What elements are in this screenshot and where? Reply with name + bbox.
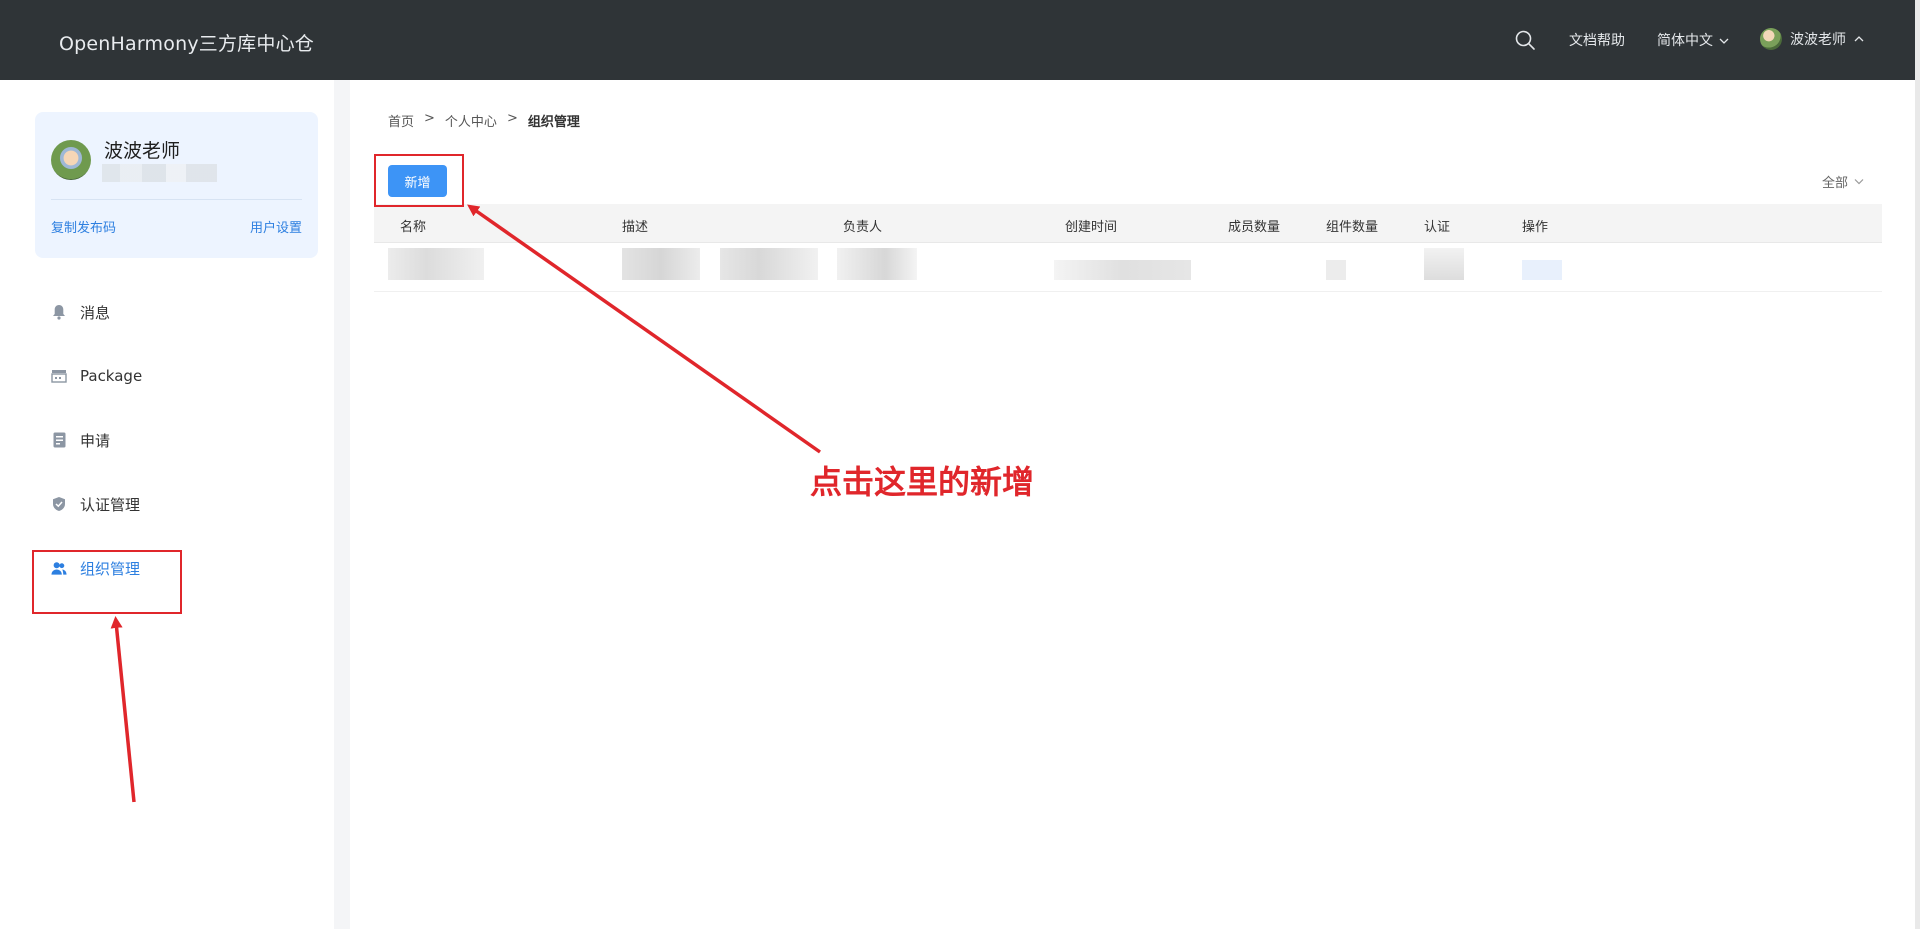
chevron-up-icon xyxy=(1854,36,1864,42)
divider xyxy=(51,199,302,200)
breadcrumb-separator: > xyxy=(506,111,518,126)
sidebar-item-label: 申请 xyxy=(80,431,111,450)
sidebar-item-label: 认证管理 xyxy=(80,495,141,514)
user-menu[interactable]: 波波老师 xyxy=(1760,28,1864,50)
breadcrumb: 首页 > 个人中心 > 组织管理 xyxy=(388,111,580,130)
shield-icon xyxy=(51,496,67,512)
breadcrumb-home[interactable]: 首页 xyxy=(388,111,414,130)
redacted-cell[interactable] xyxy=(1522,260,1562,280)
sidebar-item-label: Package xyxy=(80,367,143,385)
chevron-down-icon xyxy=(1854,179,1864,185)
avatar xyxy=(51,140,91,180)
copy-publish-code-link[interactable]: 复制发布码 xyxy=(51,217,116,236)
sidebar-item-package[interactable]: Package xyxy=(35,356,175,396)
sidebar-item-certification[interactable]: 认证管理 xyxy=(35,484,175,524)
column-header: 组件数量 xyxy=(1326,220,1379,235)
profile-name: 波波老师 xyxy=(104,140,181,162)
filter-label: 全部 xyxy=(1822,176,1849,191)
column-header: 描述 xyxy=(622,220,649,235)
brand-title[interactable]: OpenHarmony三方库中心仓 xyxy=(59,29,314,56)
package-icon xyxy=(51,368,67,384)
breadcrumb-current: 组织管理 xyxy=(527,115,580,130)
sidebar-item-messages[interactable]: 消息 xyxy=(35,292,175,332)
organization-table: 名称 描述 负责人 创建时间 成员数量 组件数量 认证 操作 xyxy=(374,204,1882,292)
chevron-down-icon xyxy=(1719,38,1729,44)
bell-icon xyxy=(51,304,67,320)
column-header: 名称 xyxy=(400,220,427,235)
column-header: 负责人 xyxy=(843,220,883,235)
redacted-cell xyxy=(622,248,700,280)
avatar xyxy=(1760,28,1782,50)
breadcrumb-separator: > xyxy=(424,111,435,126)
sidebar-item-applications[interactable]: 申请 xyxy=(35,420,175,460)
top-navigation-bar: OpenHarmony三方库中心仓 文档帮助 简体中文 波波老师 xyxy=(0,0,1915,80)
redacted-cell xyxy=(837,248,917,280)
annotation-text: 点击这里的新增 xyxy=(810,463,1035,501)
scrollbar[interactable] xyxy=(1915,0,1920,929)
main-content: 首页 > 个人中心 > 组织管理 新增 全部 名称 描述 负责人 创建时间 成员… xyxy=(350,80,1915,929)
column-header: 成员数量 xyxy=(1228,220,1281,235)
username-label: 波波老师 xyxy=(1790,32,1846,48)
filter-dropdown[interactable]: 全部 xyxy=(1822,172,1864,191)
document-icon xyxy=(51,432,67,448)
column-header: 操作 xyxy=(1522,220,1549,235)
user-settings-link[interactable]: 用户设置 xyxy=(250,217,302,236)
annotation-highlight-box xyxy=(32,550,182,614)
language-label: 简体中文 xyxy=(1657,33,1713,49)
column-header: 创建时间 xyxy=(1065,220,1118,235)
table-row[interactable] xyxy=(374,244,1882,292)
redacted-cell xyxy=(720,248,818,280)
redacted-cell xyxy=(1424,248,1464,280)
redacted-cell xyxy=(1326,260,1346,280)
redacted-cell xyxy=(388,248,484,280)
profile-card: 波波老师 复制发布码 用户设置 xyxy=(35,112,318,258)
search-icon[interactable] xyxy=(1514,29,1536,51)
column-header: 认证 xyxy=(1424,220,1451,235)
redacted-cell xyxy=(1054,260,1191,280)
annotation-highlight-box xyxy=(374,154,464,207)
language-select[interactable]: 简体中文 xyxy=(1657,30,1729,50)
table-header: 名称 描述 负责人 创建时间 成员数量 组件数量 认证 操作 xyxy=(374,204,1882,243)
profile-subtitle-redacted xyxy=(102,164,217,182)
breadcrumb-personal-center[interactable]: 个人中心 xyxy=(445,111,497,130)
sidebar-item-label: 消息 xyxy=(80,303,111,322)
docs-help-link[interactable]: 文档帮助 xyxy=(1569,30,1625,50)
sidebar-divider xyxy=(334,80,350,929)
